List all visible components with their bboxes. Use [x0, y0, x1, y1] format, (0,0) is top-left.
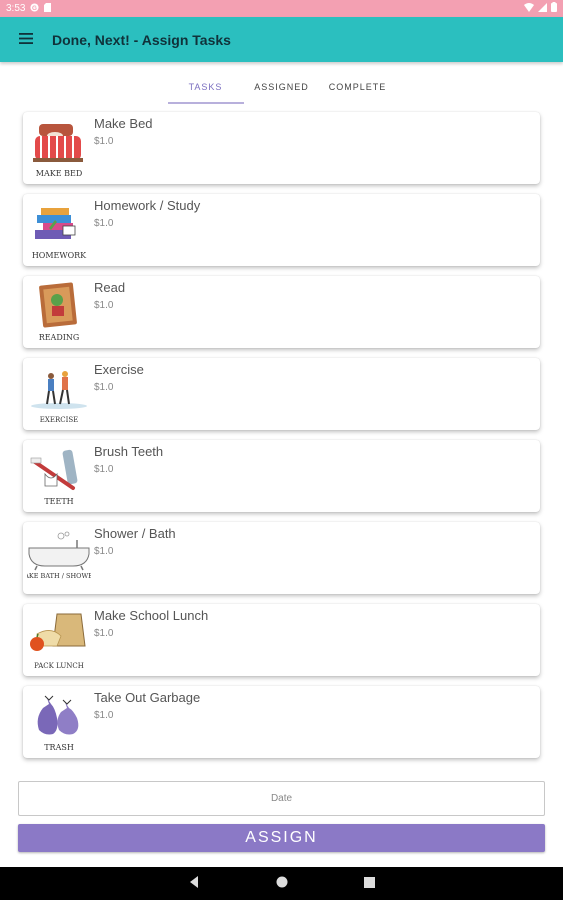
task-price: $1.0 [94, 300, 114, 311]
menu-button[interactable] [0, 17, 52, 62]
task-card[interactable]: EXERCISE Exercise $1.0 [23, 358, 540, 430]
assign-button[interactable]: ASSIGN [18, 824, 545, 852]
app-title: Done, Next! - Assign Tasks [52, 31, 231, 48]
date-placeholder: Date [270, 793, 293, 804]
task-image-caption: TEETH [44, 497, 73, 506]
task-name: Make Bed [94, 116, 153, 131]
task-price: $1.0 [94, 546, 114, 557]
task-image-caption: PACK LUNCH [34, 662, 84, 670]
task-name: Shower / Bath [94, 526, 176, 541]
google-icon: G [30, 2, 40, 15]
task-list[interactable]: MAKE BED Make Bed $1.0 HOMEWORK Homework… [0, 110, 563, 770]
task-image-caption: TRASH [44, 743, 74, 752]
bathtub-icon: TAKE BATH / SHOWER [20, 526, 99, 590]
task-card[interactable]: MAKE BED Make Bed $1.0 [23, 112, 540, 184]
task-name: Make School Lunch [94, 608, 209, 623]
status-time: 3:53 [6, 3, 26, 14]
system-nav-bar [0, 867, 563, 900]
book-icon: READING [27, 280, 91, 344]
task-name: Homework / Study [94, 198, 201, 213]
toothbrush-icon: TEETH [27, 444, 91, 508]
date-field[interactable]: Date [18, 781, 545, 816]
task-image-caption: READING [39, 333, 80, 342]
task-card[interactable]: READING Read $1.0 [23, 276, 540, 348]
trash-bags-icon: TRASH [27, 690, 91, 754]
books-icon: HOMEWORK [27, 198, 91, 262]
status-bar: 3:53 G [0, 0, 563, 17]
task-card[interactable]: HOMEWORK Homework / Study $1.0 [23, 194, 540, 266]
wifi-icon [524, 2, 534, 15]
signal-icon [538, 2, 547, 15]
exercise-icon: EXERCISE [27, 362, 91, 426]
tab-bar: TASKS ASSIGNED COMPLETE [0, 62, 563, 104]
svg-text:G: G [33, 4, 38, 11]
task-name: Brush Teeth [94, 444, 164, 459]
task-card[interactable]: TAKE BATH / SHOWER Shower / Bath $1.0 [20, 522, 540, 594]
task-image-caption: TAKE BATH / SHOWER [27, 572, 91, 580]
task-card[interactable]: TEETH Brush Teeth $1.0 [23, 440, 540, 512]
battery-icon [551, 2, 557, 15]
tab-assigned[interactable]: ASSIGNED [244, 62, 320, 104]
menu-icon [19, 31, 33, 49]
tab-complete[interactable]: COMPLETE [320, 62, 396, 104]
task-name: Read [94, 280, 126, 295]
task-name: Exercise [94, 362, 144, 377]
task-price: $1.0 [94, 464, 114, 475]
task-price: $1.0 [94, 218, 114, 229]
task-image-caption: HOMEWORK [32, 251, 87, 260]
task-name: Take Out Garbage [94, 690, 201, 705]
back-icon[interactable] [188, 875, 200, 893]
app-bar: Done, Next! - Assign Tasks [0, 17, 563, 62]
recents-icon[interactable] [364, 875, 375, 893]
lunch-bag-icon: PACK LUNCH [27, 608, 91, 672]
bed-icon: MAKE BED [27, 116, 91, 180]
task-price: $1.0 [94, 710, 114, 721]
task-card[interactable]: PACK LUNCH Make School Lunch $1.0 [23, 604, 540, 676]
task-price: $1.0 [94, 382, 114, 393]
task-price: $1.0 [94, 628, 114, 639]
task-image-caption: EXERCISE [40, 416, 79, 424]
tab-tasks[interactable]: TASKS [167, 62, 244, 104]
task-image-caption: MAKE BED [36, 169, 82, 178]
task-card[interactable]: TRASH Take Out Garbage $1.0 [23, 686, 540, 758]
sd-card-icon [44, 2, 52, 15]
home-icon[interactable] [276, 875, 288, 893]
task-price: $1.0 [94, 136, 114, 147]
